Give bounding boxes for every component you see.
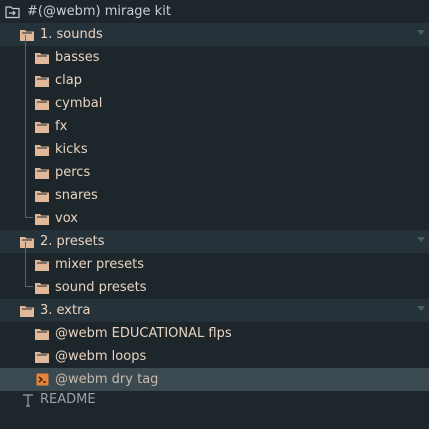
folder-educational-flps[interactable]: @webm EDUCATIONAL flps xyxy=(0,322,429,345)
folder-clap-label: clap xyxy=(55,73,82,88)
folder-icon xyxy=(35,144,49,156)
folder-vox[interactable]: vox xyxy=(0,207,429,230)
browser-tree: #(@webm) mirage kit 1. sounds basses cla… xyxy=(0,0,429,429)
folder-clap[interactable]: clap xyxy=(0,69,429,92)
folder-educational-flps-label: @webm EDUCATIONAL flps xyxy=(55,326,232,341)
tree-guide-line xyxy=(25,217,33,218)
folder-extra[interactable]: 3. extra xyxy=(0,299,429,322)
folder-snares[interactable]: snares xyxy=(0,184,429,207)
folder-icon xyxy=(20,305,34,317)
folder-icon xyxy=(35,282,49,294)
folder-icon xyxy=(35,75,49,87)
browser-root[interactable]: #(@webm) mirage kit xyxy=(0,0,429,23)
folder-vox-label: vox xyxy=(55,211,78,226)
folder-icon xyxy=(20,236,34,248)
browser-root-label: #(@webm) mirage kit xyxy=(27,4,171,19)
folder-icon xyxy=(35,328,49,340)
audio-file-icon xyxy=(36,373,49,386)
folder-sound-presets[interactable]: sound presets xyxy=(0,276,429,299)
folder-mixer-presets[interactable]: mixer presets xyxy=(0,253,429,276)
folder-snares-label: snares xyxy=(55,188,98,203)
folder-cymbal-label: cymbal xyxy=(55,96,103,111)
folder-loops[interactable]: @webm loops xyxy=(0,345,429,368)
folder-mixer-presets-label: mixer presets xyxy=(55,257,144,272)
folder-icon xyxy=(35,351,49,363)
folder-icon xyxy=(35,190,49,202)
folder-presets-label: 2. presets xyxy=(40,234,105,249)
folder-icon xyxy=(35,259,49,271)
folder-fx-label: fx xyxy=(55,119,68,134)
folder-kicks[interactable]: kicks xyxy=(0,138,429,161)
folder-icon xyxy=(20,29,34,41)
folder-icon xyxy=(35,213,49,225)
folder-extra-label: 3. extra xyxy=(40,303,91,318)
file-readme-label: README xyxy=(40,392,96,407)
folder-icon xyxy=(35,121,49,133)
folder-sounds-label: 1. sounds xyxy=(40,27,103,42)
tree-guide-line xyxy=(25,286,33,287)
folder-icon xyxy=(35,52,49,64)
chevron-down-icon[interactable] xyxy=(417,30,425,35)
folder-loops-label: @webm loops xyxy=(55,349,147,364)
folder-kicks-label: kicks xyxy=(55,142,88,157)
folder-icon xyxy=(35,167,49,179)
text-file-icon xyxy=(23,393,33,407)
folder-basses-label: basses xyxy=(55,50,100,65)
folder-presets[interactable]: 2. presets xyxy=(0,230,429,253)
folder-sound-presets-label: sound presets xyxy=(55,280,147,295)
file-dry-tag-label: @webm dry tag xyxy=(55,372,159,387)
folder-basses[interactable]: basses xyxy=(0,46,429,69)
folder-percs[interactable]: percs xyxy=(0,161,429,184)
folder-open-icon xyxy=(5,5,20,18)
chevron-down-icon[interactable] xyxy=(417,306,425,311)
folder-fx[interactable]: fx xyxy=(0,115,429,138)
folder-icon xyxy=(35,98,49,110)
file-readme[interactable]: README xyxy=(0,388,429,411)
folder-percs-label: percs xyxy=(55,165,91,180)
folder-cymbal[interactable]: cymbal xyxy=(0,92,429,115)
chevron-down-icon[interactable] xyxy=(417,237,425,242)
folder-sounds[interactable]: 1. sounds xyxy=(0,23,429,46)
